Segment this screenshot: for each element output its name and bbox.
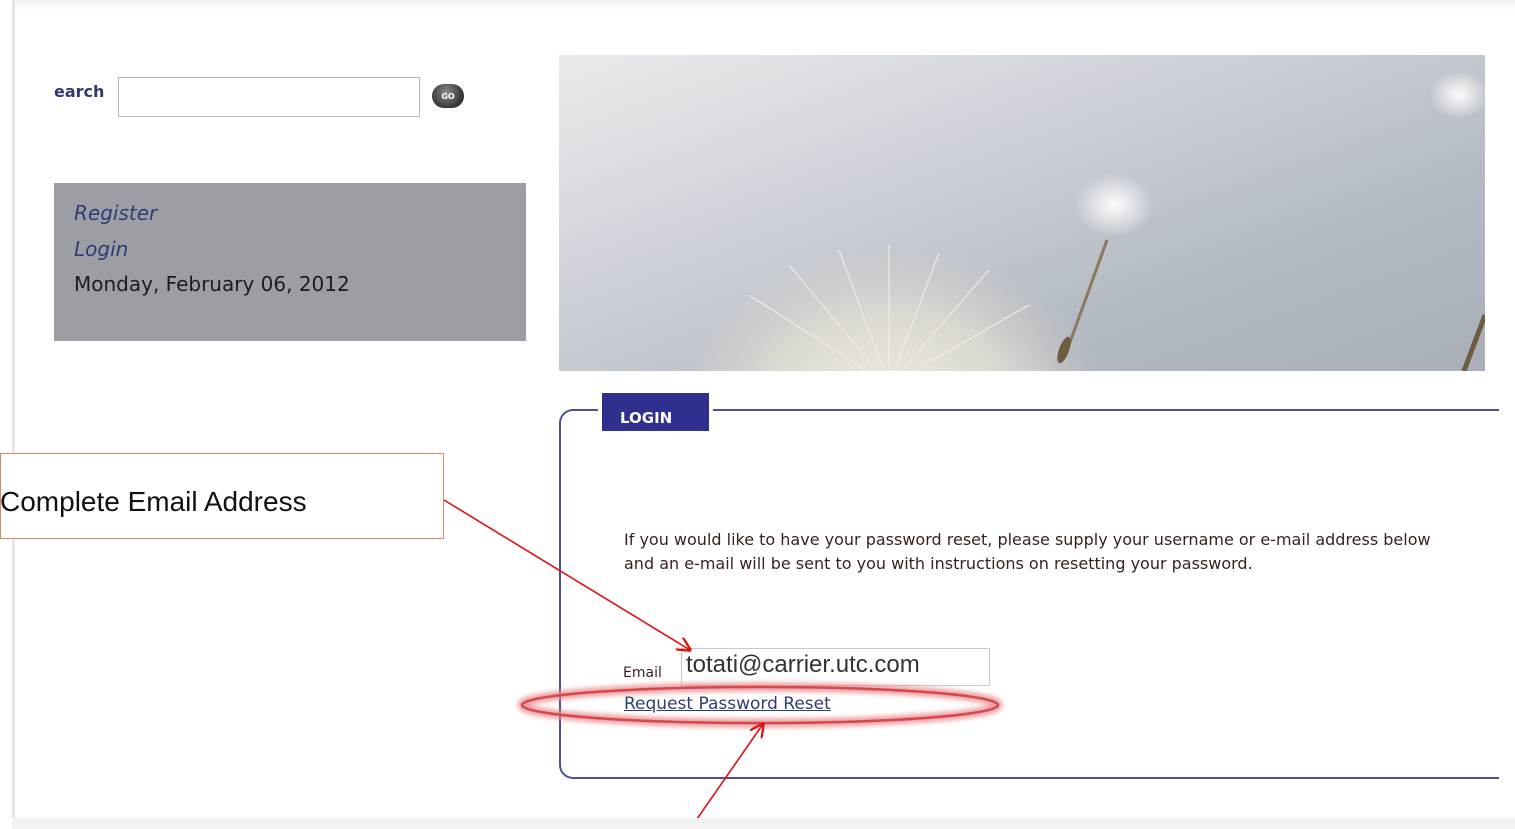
highlight-ellipse — [520, 685, 1000, 725]
callout-arrow — [443, 499, 690, 650]
reset-arrow — [689, 724, 763, 829]
annotation-overlay — [443, 499, 1003, 829]
page-bottom-shadow — [12, 818, 1515, 829]
